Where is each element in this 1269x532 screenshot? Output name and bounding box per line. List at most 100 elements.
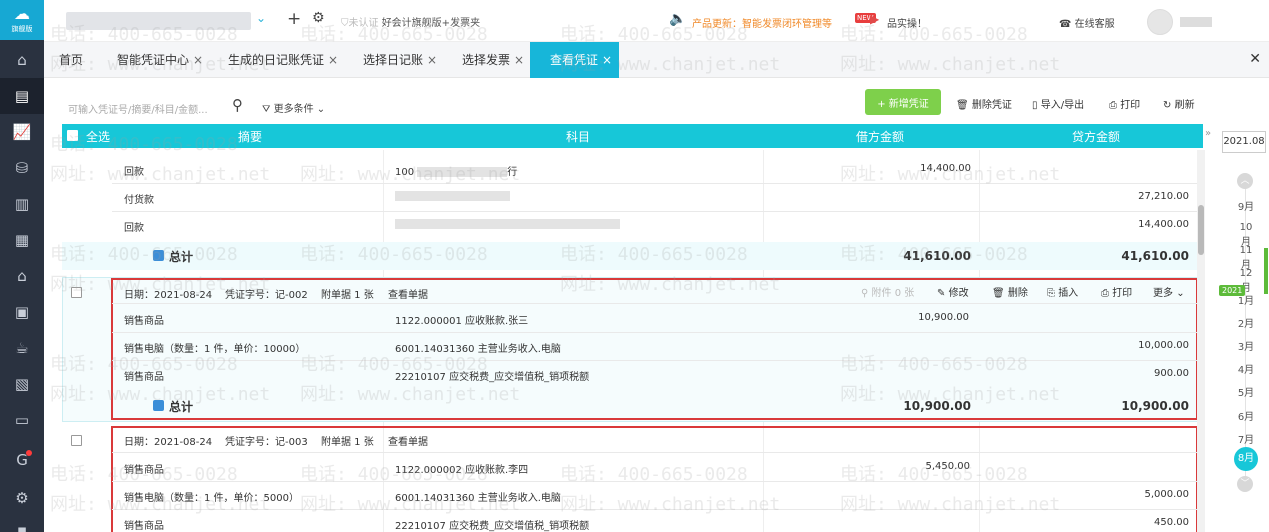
close-icon[interactable]: ×	[514, 53, 524, 67]
inbox-icon[interactable]: ▭	[0, 402, 44, 438]
table-header: 全选 摘要 科目 借方金额 贷方金额	[62, 124, 1203, 148]
row-credit: 10,000.00	[1138, 340, 1189, 351]
voucher-icon[interactable]: ▤	[0, 78, 44, 114]
store-icon[interactable]: ⌂	[0, 258, 44, 294]
chevron-down-icon: ⌄	[316, 104, 326, 115]
search-icon[interactable]: ⚲	[232, 96, 243, 114]
period-display[interactable]: 2021.08	[1222, 131, 1266, 153]
month-item[interactable]: 6月	[1236, 408, 1256, 423]
row-credit: 5,000.00	[1144, 489, 1189, 500]
print-voucher-label: 打印	[1112, 288, 1133, 299]
month-item[interactable]: 9月	[1236, 198, 1256, 213]
insert-button[interactable]: ⎘ 插入	[1047, 284, 1078, 299]
table-row[interactable]: 销售商品 1122.000001 应收账款.张三 10,900.00	[0, 312, 1197, 340]
delete-voucher-button[interactable]: 🗑 删除凭证	[956, 96, 1012, 111]
left-sidebar: ☁ 旗舰版 ⌂ ▤ 📈 ⛁ ▥ ▦ ⌂ ▣ ☕ ▧ ▭ G ⚙ ▪	[0, 0, 44, 532]
month-item[interactable]: 4月	[1236, 361, 1256, 376]
tab-label: 首页	[59, 53, 84, 67]
add-icon[interactable]: +	[287, 9, 301, 29]
row-summary: 销售商品	[124, 372, 164, 383]
more-conditions-filter[interactable]: ⛛ 更多条件 ⌄	[262, 100, 325, 115]
subject-code: 100	[395, 167, 415, 178]
month-item[interactable]: 3月	[1236, 338, 1256, 353]
tab-select-journal[interactable]: 选择日记账 ×	[363, 42, 437, 78]
tab-view-voucher[interactable]: 查看凭证 ×	[530, 42, 619, 78]
close-icon[interactable]: ×	[427, 53, 437, 67]
product-notice[interactable]: 产品更新：智能发票闭环管理等	[692, 15, 832, 30]
table-row[interactable]: 销售商品 22210107 应交税费_应交增值税_销项税额 450.00	[0, 517, 1197, 532]
vertical-scrollbar-thumb[interactable]	[1198, 205, 1204, 255]
month-item[interactable]: 7月	[1236, 431, 1256, 446]
voucher-1-checkbox[interactable]	[71, 287, 82, 298]
row-divider	[112, 303, 1197, 304]
row-divider	[112, 509, 1197, 510]
chevron-down-icon[interactable]: ﹀	[1237, 476, 1253, 492]
subject-tail: 行	[507, 167, 518, 178]
more-button[interactable]: 更多 ⌄	[1153, 284, 1185, 299]
search-input[interactable]: 可输入凭证号/摘要/科目/金额...	[68, 101, 208, 116]
row-debit: 14,400.00	[920, 163, 971, 174]
voucher-date: 日期：2021-08-24	[124, 290, 213, 301]
tab-home[interactable]: 首页	[59, 42, 83, 78]
header-debit: 借方金额	[856, 130, 905, 144]
account-selector[interactable]	[66, 12, 251, 30]
app-logo[interactable]: ☁ 旗舰版	[0, 0, 44, 40]
settings-gear-icon[interactable]: ⚙	[312, 10, 325, 26]
notice-text: 智能发票闭环管理等	[742, 19, 832, 30]
select-all-checkbox[interactable]	[67, 130, 78, 141]
row-debit: 10,900.00	[918, 312, 969, 323]
view-attachments-link[interactable]: 查看单据	[388, 433, 428, 448]
side-tab-handle[interactable]	[1264, 248, 1268, 294]
delete-voucher-label: 删除凭证	[971, 100, 1012, 111]
notification-dot	[26, 450, 32, 456]
tab-smart-voucher-center[interactable]: 智能凭证中心 ×	[117, 42, 203, 78]
table-row[interactable]: 销售电脑（数量：1 件，单价：10000） 6001.14031360 主营业务…	[0, 340, 1197, 368]
table-row[interactable]: 销售商品 1122.000002 应收账款.李四 5,450.00	[0, 461, 1197, 489]
row-subject: 1122.000002 应收账款.李四	[395, 465, 529, 476]
edit-button[interactable]: ✎ 修改	[937, 284, 969, 299]
total-row: 总计 10,900.00 10,900.00	[62, 392, 1203, 420]
insert-label: 插入	[1058, 288, 1079, 299]
trash-icon: 🗑	[992, 288, 1005, 299]
voucher-2-checkbox[interactable]	[71, 435, 82, 446]
tab-generated-journal-voucher[interactable]: 生成的日记账凭证 ×	[228, 42, 338, 78]
close-all-tabs-icon[interactable]: ✕	[1249, 51, 1261, 67]
delete-button[interactable]: 🗑 删除	[992, 284, 1028, 299]
refresh-label: 刷新	[1174, 100, 1195, 111]
view-attachments-link[interactable]: 查看单据	[388, 286, 428, 301]
total-icon	[153, 400, 164, 411]
user-name[interactable]	[1180, 17, 1212, 27]
tab-select-invoice[interactable]: 选择发票 ×	[462, 42, 524, 78]
voucher-number: 凭证字号：记-003	[225, 437, 308, 448]
avatar[interactable]	[1147, 9, 1173, 35]
close-icon[interactable]: ×	[328, 53, 338, 67]
total-credit: 10,900.00	[1121, 399, 1189, 413]
print-label: 打印	[1120, 100, 1141, 111]
collapse-icon[interactable]: »	[1205, 128, 1211, 139]
print-voucher-button[interactable]: ⎙ 打印	[1101, 284, 1132, 299]
month-item[interactable]: 5月	[1236, 384, 1256, 399]
tab-label: 查看凭证	[550, 53, 599, 67]
close-icon[interactable]: ×	[193, 53, 203, 67]
chevron-down-icon[interactable]: ⌄	[256, 11, 266, 25]
print-button[interactable]: ⎙ 打印	[1109, 96, 1140, 111]
row-subject: 100 行	[395, 163, 517, 178]
month-item[interactable]: 2月	[1236, 315, 1256, 330]
table-row[interactable]: 付货款 27,210.00	[0, 191, 1197, 219]
table-row[interactable]: 回款 100 行 14,400.00	[0, 163, 1197, 191]
month-item[interactable]: 1月	[1236, 292, 1256, 307]
refresh-button[interactable]: ↻ 刷新	[1163, 96, 1195, 111]
printer-icon: ⎙	[1109, 100, 1117, 111]
online-service-button[interactable]: ☎ 在线客服	[1059, 15, 1115, 30]
current-month[interactable]: 8月	[1234, 447, 1258, 471]
new-voucher-button[interactable]: + 新增凭证	[865, 89, 941, 115]
file-icon: ▯	[1032, 100, 1038, 111]
close-icon[interactable]: ×	[602, 53, 612, 67]
chevron-up-icon[interactable]: ︿	[1237, 173, 1253, 189]
insert-icon: ⎘	[1047, 288, 1055, 299]
table-row[interactable]: 销售电脑（数量：1 件，单价：5000） 6001.14031360 主营业务收…	[0, 489, 1197, 517]
home-icon[interactable]: ⌂	[0, 42, 44, 78]
news-link[interactable]: 品实操！	[887, 15, 927, 30]
chart-icon[interactable]: 📈	[0, 114, 44, 150]
import-export-button[interactable]: ▯ 导入/导出	[1032, 96, 1084, 111]
